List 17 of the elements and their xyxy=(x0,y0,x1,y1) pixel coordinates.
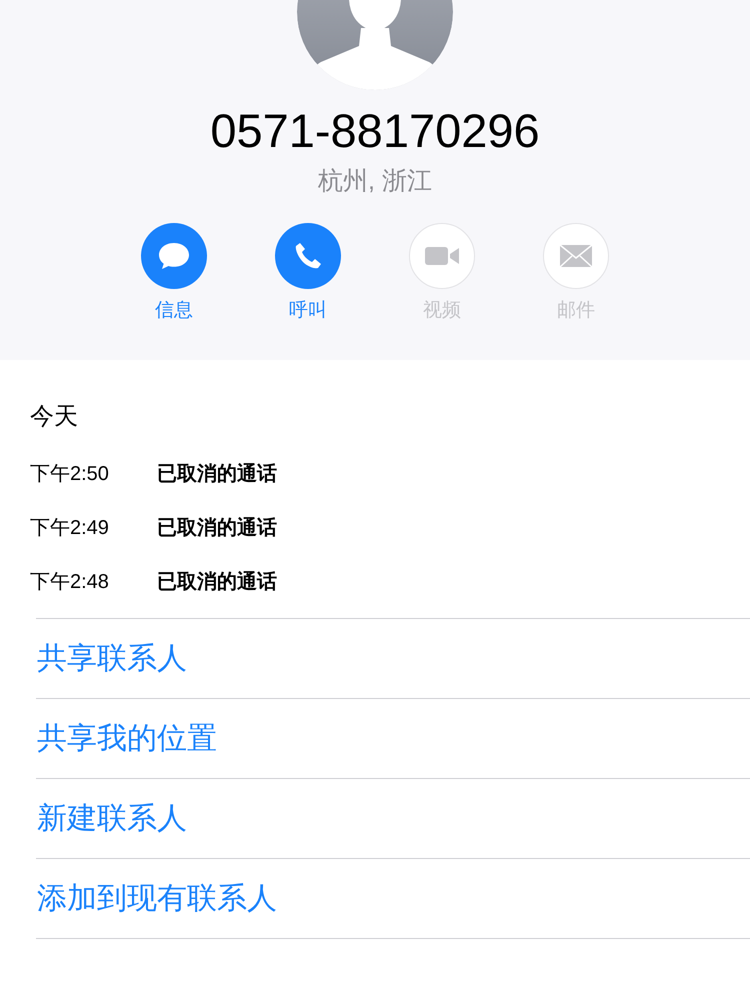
location-text: 杭州, 浙江 xyxy=(318,166,432,197)
envelope-icon xyxy=(558,243,594,269)
video-camera-icon xyxy=(423,244,461,268)
action-link[interactable]: 新建联系人 xyxy=(36,779,750,859)
call-status: 已取消的通话 xyxy=(157,462,277,486)
action-link[interactable]: 共享我的位置 xyxy=(36,699,750,779)
action-link[interactable]: 添加到现有联系人 xyxy=(36,859,750,939)
call-time: 下午2:50 xyxy=(30,462,110,486)
phone-number: 0571-88170296 xyxy=(210,104,540,158)
chat-bubble-icon xyxy=(157,241,191,271)
call-status: 已取消的通话 xyxy=(157,570,277,594)
call-time: 下午2:49 xyxy=(30,516,110,540)
date-heading: 今天 xyxy=(30,402,79,432)
phone-icon xyxy=(293,241,323,271)
action-link[interactable]: 共享联系人 xyxy=(36,619,750,699)
call-status: 已取消的通话 xyxy=(157,516,277,540)
call-time: 下午2:48 xyxy=(30,570,110,594)
